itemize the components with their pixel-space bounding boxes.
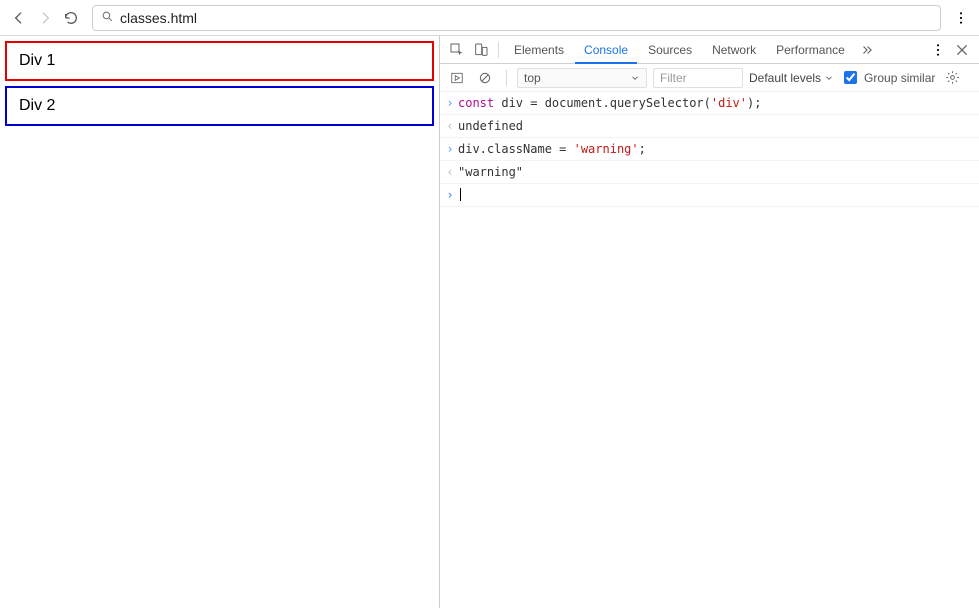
group-similar-label: Group similar	[864, 71, 935, 85]
console-output: undefined	[458, 117, 975, 135]
console-code: div.className = 'warning';	[458, 140, 975, 158]
address-bar[interactable]: classes.html	[92, 5, 941, 31]
demo-div-1-text: Div 1	[19, 52, 55, 69]
chevron-double-right-icon	[860, 43, 874, 57]
console-settings-button[interactable]	[941, 67, 963, 89]
caret-right-icon: ›	[442, 94, 458, 112]
back-button[interactable]	[6, 5, 32, 31]
group-similar-checkbox[interactable]	[844, 71, 857, 84]
console-prompt-input[interactable]	[458, 186, 975, 204]
caret-right-icon: ›	[442, 140, 458, 158]
console-output-row: ‹ "warning"	[440, 161, 979, 184]
console-sidebar-toggle[interactable]	[446, 67, 468, 89]
tab-sources-label: Sources	[648, 43, 692, 57]
ban-icon	[478, 71, 492, 85]
devtools-pane: Elements Console Sources Network Perform…	[440, 36, 979, 608]
arrow-left-icon	[11, 10, 27, 26]
page-pane: Div 1 Div 2	[0, 36, 440, 608]
tab-performance-label: Performance	[776, 43, 845, 57]
device-icon	[473, 42, 489, 58]
caret-left-icon: ‹	[442, 163, 458, 181]
console-body[interactable]: › const div = document.querySelector('di…	[440, 92, 979, 608]
tab-elements[interactable]: Elements	[505, 36, 573, 64]
console-filter-input[interactable]	[653, 68, 743, 88]
kebab-icon	[930, 42, 946, 58]
tabs-overflow-button[interactable]	[856, 39, 878, 61]
group-similar-toggle[interactable]: Group similar	[840, 68, 935, 87]
execution-context-select[interactable]: top	[517, 68, 647, 88]
console-output-row: ‹ undefined	[440, 115, 979, 138]
inspect-icon	[449, 42, 465, 58]
play-outline-icon	[450, 71, 464, 85]
demo-div-1: Div 1	[5, 41, 434, 81]
demo-div-2-text: Div 2	[19, 97, 55, 114]
tab-network-label: Network	[712, 43, 756, 57]
tab-sources[interactable]: Sources	[639, 36, 701, 64]
close-icon	[954, 42, 970, 58]
text-cursor	[460, 188, 461, 201]
devtools-tabstrip: Elements Console Sources Network Perform…	[440, 36, 979, 64]
execution-context-label: top	[524, 71, 541, 85]
chevron-down-icon	[630, 73, 640, 83]
devtools-close-button[interactable]	[951, 39, 973, 61]
browser-menu-button[interactable]	[949, 6, 973, 30]
forward-button[interactable]	[32, 5, 58, 31]
search-icon	[101, 10, 114, 26]
address-bar-text: classes.html	[120, 10, 197, 26]
workspace: Div 1 Div 2 Elements Console Sources Net…	[0, 36, 979, 608]
tab-network[interactable]: Network	[703, 36, 765, 64]
console-output: "warning"	[458, 163, 975, 181]
tab-console[interactable]: Console	[575, 36, 637, 64]
reload-button[interactable]	[58, 5, 84, 31]
separator	[506, 70, 507, 86]
console-input-row: › const div = document.querySelector('di…	[440, 92, 979, 115]
separator	[498, 42, 499, 58]
inspect-element-button[interactable]	[446, 39, 468, 61]
chevron-down-icon	[824, 73, 834, 83]
caret-right-icon: ›	[442, 186, 458, 204]
console-input-row: › div.className = 'warning';	[440, 138, 979, 161]
browser-toolbar: classes.html	[0, 0, 979, 36]
toggle-device-button[interactable]	[470, 39, 492, 61]
reload-icon	[63, 10, 79, 26]
caret-left-icon: ‹	[442, 117, 458, 135]
demo-div-2: Div 2	[5, 86, 434, 126]
tab-elements-label: Elements	[514, 43, 564, 57]
log-levels-select[interactable]: Default levels	[749, 71, 834, 85]
kebab-icon	[953, 10, 969, 26]
tab-console-label: Console	[584, 43, 628, 57]
clear-console-button[interactable]	[474, 67, 496, 89]
gear-icon	[945, 70, 960, 85]
console-prompt-row[interactable]: ›	[440, 184, 979, 207]
console-toolbar: top Default levels Group similar	[440, 64, 979, 92]
log-levels-label: Default levels	[749, 71, 821, 85]
arrow-right-icon	[37, 10, 53, 26]
console-code: const div = document.querySelector('div'…	[458, 94, 975, 112]
tab-performance[interactable]: Performance	[767, 36, 854, 64]
devtools-menu-button[interactable]	[927, 39, 949, 61]
